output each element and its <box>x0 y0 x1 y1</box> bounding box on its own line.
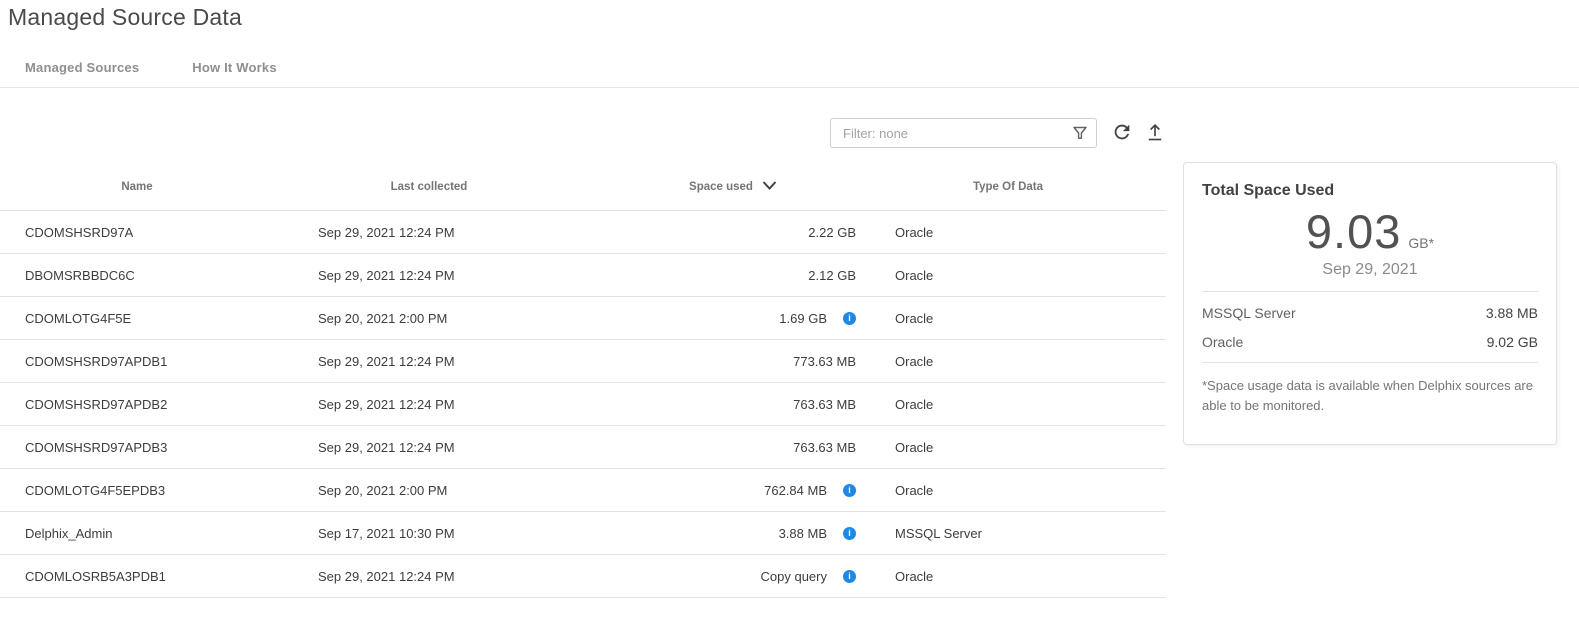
info-icon[interactable]: i <box>843 527 856 540</box>
space-used-value: 1.69 GB <box>779 311 827 326</box>
cell-name: CDOMSHSRD97APDB1 <box>0 354 300 369</box>
table-row[interactable]: CDOMSHSRD97APDB3Sep 29, 2021 12:24 PM 763… <box>0 426 1166 469</box>
summary-divider-bottom <box>1202 362 1538 363</box>
export-button[interactable] <box>1143 121 1167 145</box>
column-header-type-of-data[interactable]: Type Of Data <box>868 181 1166 193</box>
table-row[interactable]: CDOMLOTG4F5EPDB3Sep 20, 2021 2:00 PM762.… <box>0 469 1166 512</box>
cell-last-collected: Sep 20, 2021 2:00 PM <box>300 483 598 498</box>
info-icon[interactable]: i <box>843 570 856 583</box>
tab-how-it-works[interactable]: How It Works <box>192 60 277 75</box>
managed-sources-table: Name Last collected Space used Type Of D… <box>0 163 1166 598</box>
table-row[interactable]: Delphix_AdminSep 17, 2021 10:30 PM3.88 M… <box>0 512 1166 555</box>
table-header-row: Name Last collected Space used Type Of D… <box>0 163 1166 211</box>
cell-type-of-data: Oracle <box>868 268 1166 283</box>
total-space-unit: GB* <box>1408 235 1434 251</box>
cell-type-of-data: Oracle <box>868 225 1166 240</box>
cell-space-used: 1.69 GB i <box>598 311 868 326</box>
total-space-used-card: Total Space Used 9.03 GB* Sep 29, 2021 M… <box>1183 162 1557 445</box>
total-space-value-group: 9.03 GB* <box>1202 204 1538 259</box>
space-used-value: 762.84 MB <box>764 483 827 498</box>
cell-last-collected: Sep 29, 2021 12:24 PM <box>300 268 598 283</box>
upload-icon <box>1145 122 1165 145</box>
breakdown-label: MSSQL Server <box>1202 305 1296 321</box>
column-header-space-used[interactable]: Space used <box>598 181 868 193</box>
cell-space-used: 2.22 GB <box>598 225 868 240</box>
breakdown-row-oracle: Oracle 9.02 GB <box>1202 334 1538 350</box>
breakdown-value: 3.88 MB <box>1486 305 1538 321</box>
filter-input-wrapper <box>830 118 1097 148</box>
cell-last-collected: Sep 29, 2021 12:24 PM <box>300 225 598 240</box>
space-used-value: 763.63 MB <box>793 397 856 412</box>
cell-space-used: 3.88 MB i <box>598 526 868 541</box>
cell-name: CDOMLOTG4F5E <box>0 311 300 326</box>
cell-name: CDOMLOTG4F5EPDB3 <box>0 483 300 498</box>
cell-type-of-data: Oracle <box>868 483 1166 498</box>
total-space-value: 9.03 <box>1306 204 1401 259</box>
table-body: CDOMSHSRD97ASep 29, 2021 12:24 PM2.22 GB… <box>0 211 1166 598</box>
cell-name: DBOMSRBBDC6C <box>0 268 300 283</box>
cell-space-used: 762.84 MB i <box>598 483 868 498</box>
space-used-value: 2.12 GB <box>808 268 856 283</box>
cell-type-of-data: Oracle <box>868 440 1166 455</box>
sort-descending-icon[interactable] <box>762 181 777 193</box>
table-row[interactable]: DBOMSRBBDC6CSep 29, 2021 12:24 PM 2.12 GB… <box>0 254 1166 297</box>
column-header-last-collected[interactable]: Last collected <box>300 181 598 193</box>
summary-title: Total Space Used <box>1202 182 1538 200</box>
table-toolbar <box>830 118 1167 148</box>
cell-name: CDOMLOSRB5A3PDB1 <box>0 569 300 584</box>
space-used-value: 3.88 MB <box>779 526 827 541</box>
cell-space-used: 763.63 MB <box>598 440 868 455</box>
cell-type-of-data: Oracle <box>868 569 1166 584</box>
cell-last-collected: Sep 17, 2021 10:30 PM <box>300 526 598 541</box>
cell-name: CDOMSHSRD97APDB3 <box>0 440 300 455</box>
funnel-icon[interactable] <box>1073 126 1087 145</box>
info-icon[interactable]: i <box>843 484 856 497</box>
cell-last-collected: Sep 29, 2021 12:24 PM <box>300 440 598 455</box>
tab-managed-sources[interactable]: Managed Sources <box>25 60 139 75</box>
table-row[interactable]: CDOMSHSRD97ASep 29, 2021 12:24 PM 2.22 GB… <box>0 211 1166 254</box>
table-row[interactable]: CDOMSHSRD97APDB1Sep 29, 2021 12:24 PM 773… <box>0 340 1166 383</box>
tab-bar-divider <box>0 87 1579 88</box>
cell-space-used: 763.63 MB <box>598 397 868 412</box>
cell-type-of-data: Oracle <box>868 397 1166 412</box>
refresh-button[interactable] <box>1110 121 1134 145</box>
cell-name: CDOMSHSRD97A <box>0 225 300 240</box>
breakdown-label: Oracle <box>1202 334 1243 350</box>
summary-footnote: *Space usage data is available when Delp… <box>1202 376 1538 415</box>
page-title: Managed Source Data <box>8 4 242 31</box>
tab-bar: Managed Sources How It Works <box>25 60 277 75</box>
cell-type-of-data: Oracle <box>868 311 1166 326</box>
cell-last-collected: Sep 29, 2021 12:24 PM <box>300 354 598 369</box>
cell-last-collected: Sep 29, 2021 12:24 PM <box>300 569 598 584</box>
cell-last-collected: Sep 29, 2021 12:24 PM <box>300 397 598 412</box>
info-icon[interactable]: i <box>843 312 856 325</box>
refresh-icon <box>1111 121 1133 146</box>
breakdown-row-mssql: MSSQL Server 3.88 MB <box>1202 305 1538 321</box>
table-row[interactable]: CDOMLOTG4F5ESep 20, 2021 2:00 PM 1.69 GB i… <box>0 297 1166 340</box>
cell-last-collected: Sep 20, 2021 2:00 PM <box>300 311 598 326</box>
filter-input[interactable] <box>830 118 1097 148</box>
cell-name: CDOMSHSRD97APDB2 <box>0 397 300 412</box>
cell-type-of-data: Oracle <box>868 354 1166 369</box>
copy-query-action[interactable]: Copy query <box>761 569 827 584</box>
cell-space-used: 773.63 MB <box>598 354 868 369</box>
cell-space-used: 2.12 GB <box>598 268 868 283</box>
summary-divider-top <box>1202 291 1538 292</box>
managed-source-data-page: Managed Source Data Managed Sources How … <box>0 0 1579 617</box>
space-used-value: 773.63 MB <box>793 354 856 369</box>
cell-type-of-data: MSSQL Server <box>868 526 1166 541</box>
cell-name: Delphix_Admin <box>0 526 300 541</box>
table-row[interactable]: CDOMLOSRB5A3PDB1Sep 29, 2021 12:24 PMCop… <box>0 555 1166 598</box>
breakdown-value: 9.02 GB <box>1487 334 1538 350</box>
space-used-value: 763.63 MB <box>793 440 856 455</box>
space-used-value: 2.22 GB <box>808 225 856 240</box>
column-header-space-used-label: Space used <box>689 181 753 193</box>
cell-space-used: Copy query i <box>598 569 868 584</box>
table-row[interactable]: CDOMSHSRD97APDB2Sep 29, 2021 12:24 PM 763… <box>0 383 1166 426</box>
column-header-name[interactable]: Name <box>0 181 300 193</box>
summary-date: Sep 29, 2021 <box>1202 261 1538 279</box>
